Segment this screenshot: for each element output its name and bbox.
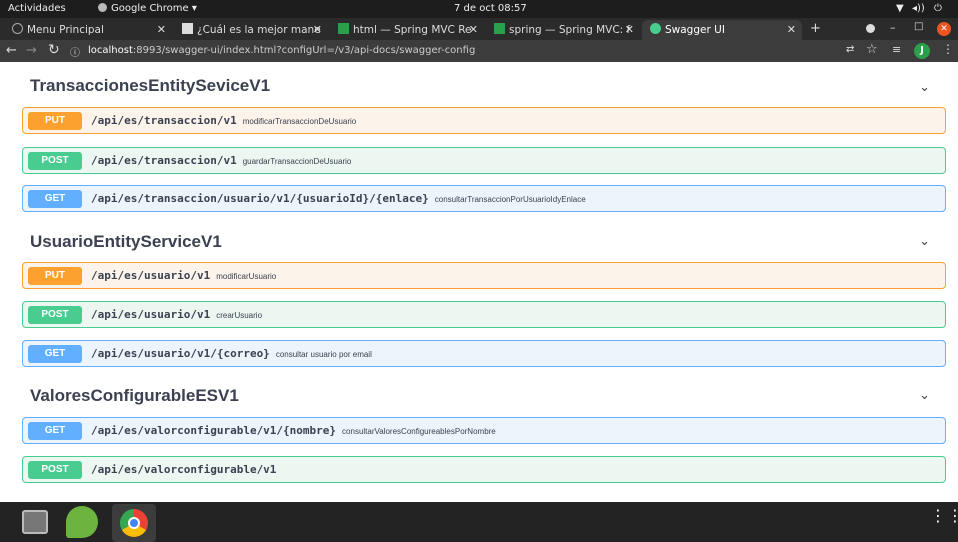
tab-search-icon[interactable] (866, 24, 875, 33)
wifi-icon[interactable]: ▼ (896, 3, 904, 14)
stackexchange-icon (494, 23, 505, 34)
chrome-icon[interactable] (120, 509, 148, 537)
files-icon[interactable] (22, 510, 48, 534)
operation-summary: modificarTransaccionDeUsuario (242, 117, 357, 126)
tab-label: Menu Principal (27, 24, 104, 36)
system-top-bar: Actividades Google Chrome ▾ 7 de oct 08:… (0, 0, 958, 18)
tab-label: html — Spring MVC Re (353, 24, 472, 36)
operation-path: /api/es/transaccion/usuario/v1/{usuarioI… (91, 192, 586, 205)
new-tab-icon[interactable]: + (810, 21, 821, 36)
operation-put-transaccion[interactable]: PUT /api/es/transaccion/v1 modificarTrans… (22, 107, 946, 134)
section-title-valores[interactable]: ValoresConfigurableESV1 (30, 386, 239, 406)
method-badge: PUT (28, 267, 82, 285)
operation-path: /api/es/usuario/v1 crearUsuario (91, 308, 263, 321)
menu-kebab-icon[interactable]: ⋮ (942, 42, 954, 56)
profile-avatar[interactable]: J (914, 43, 930, 59)
tab-swagger-ui[interactable]: Swagger UI ✕ (642, 20, 802, 40)
reload-icon[interactable]: ↻ (48, 42, 60, 58)
maximize-icon[interactable]: □ (914, 21, 923, 32)
close-tab-icon[interactable]: ✕ (157, 20, 166, 40)
operation-path: /api/es/transaccion/v1 guardarTransaccion… (91, 154, 352, 167)
swagger-content: TransaccionesEntitySeviceV1 ⌄ PUT /api/e… (0, 62, 958, 502)
forward-icon[interactable]: → (26, 43, 37, 58)
browser-toolbar: ← → ↻ ⓘ localhost:8993/swagger-ui/index.… (0, 40, 958, 62)
operation-post-usuario[interactable]: POST /api/es/usuario/v1 crearUsuario (22, 301, 946, 328)
close-tab-icon[interactable]: ✕ (787, 20, 796, 40)
method-badge: GET (28, 190, 82, 208)
operation-summary: crearUsuario (216, 311, 263, 320)
operation-post-transaccion[interactable]: POST /api/es/transaccion/v1 guardarTransa… (22, 147, 946, 174)
operation-path: /api/es/usuario/v1/{correo} consultar usu… (91, 347, 372, 360)
chevron-down-icon[interactable]: ⌄ (919, 234, 930, 249)
stackoverflow-icon (182, 23, 193, 34)
close-window-icon[interactable]: ✕ (937, 22, 951, 36)
method-badge: GET (28, 345, 82, 363)
spring-tool-suite-icon[interactable] (66, 506, 98, 538)
operation-summary: modificarUsuario (216, 272, 277, 281)
site-info-icon[interactable]: ⓘ (70, 44, 80, 59)
show-applications-icon[interactable]: ⋮⋮⋮ (930, 508, 958, 524)
power-icon[interactable]: ⏻ (934, 3, 942, 14)
url-rest: :8993/swagger-ui/index.html?configUrl=/v… (132, 45, 476, 56)
operation-get-transaccion-usuario[interactable]: GET /api/es/transaccion/usuario/v1/{usua… (22, 185, 946, 212)
method-badge: GET (28, 422, 82, 440)
translate-icon[interactable]: ⇄ (846, 44, 854, 55)
close-tab-icon[interactable]: ✕ (625, 20, 634, 40)
app-menu[interactable]: Google Chrome ▾ (98, 3, 197, 14)
section-title-usuario[interactable]: UsuarioEntityServiceV1 (30, 232, 222, 252)
operation-get-usuario-correo[interactable]: GET /api/es/usuario/v1/{correo} consultar… (22, 340, 946, 367)
close-tab-icon[interactable]: ✕ (313, 20, 322, 40)
clock[interactable]: 7 de oct 08:57 (454, 3, 527, 14)
bookmark-star-icon[interactable]: ☆ (866, 42, 878, 57)
activities-button[interactable]: Actividades (8, 3, 66, 14)
swagger-icon (650, 23, 661, 34)
operation-path: /api/es/transaccion/v1 modificarTransacci… (91, 114, 357, 127)
close-tab-icon[interactable]: ✕ (469, 20, 478, 40)
operation-summary: consultarValoresConfigureablesPorNombre (342, 427, 496, 436)
tab-spring-mvc[interactable]: spring — Spring MVC: f ✕ (486, 20, 640, 40)
tab-spring-mvc-html[interactable]: html — Spring MVC Re ✕ (330, 20, 484, 40)
operation-summary: consultar usuario por email (275, 350, 372, 359)
method-badge: POST (28, 306, 82, 324)
operation-path: /api/es/usuario/v1 modificarUsuario (91, 269, 277, 282)
operation-path: /api/es/valorconfigurable/v1/{nombre} con… (91, 424, 496, 437)
globe-icon (12, 23, 23, 34)
tab-label: ¿Cuál es la mejor mane (197, 24, 321, 36)
minimize-icon[interactable]: – (890, 21, 896, 34)
tab-label: Swagger UI (665, 24, 725, 36)
url-host: localhost (88, 45, 133, 56)
chrome-small-icon (98, 3, 107, 12)
tab-label: spring — Spring MVC: f (509, 24, 631, 36)
section-title-transacciones[interactable]: TransaccionesEntitySeviceV1 (30, 76, 270, 96)
chevron-down-icon[interactable]: ⌄ (919, 388, 930, 403)
method-badge: POST (28, 461, 82, 479)
method-badge: POST (28, 152, 82, 170)
operation-path: /api/es/valorconfigurable/v1 (91, 463, 277, 476)
operation-put-usuario[interactable]: PUT /api/es/usuario/v1 modificarUsuario (22, 262, 946, 289)
reading-list-icon[interactable]: ≡ (892, 43, 901, 56)
stackexchange-icon (338, 23, 349, 34)
dock: ⋮⋮⋮ (0, 502, 958, 542)
tab-menu-principal[interactable]: Menu Principal ✕ (4, 20, 172, 40)
tab-stackoverflow[interactable]: ¿Cuál es la mejor mane ✕ (174, 20, 328, 40)
chevron-down-icon[interactable]: ⌄ (919, 80, 930, 95)
operation-get-valorconfigurable[interactable]: GET /api/es/valorconfigurable/v1/{nombre… (22, 417, 946, 444)
tab-strip: Menu Principal ✕ ¿Cuál es la mejor mane ✕ … (0, 18, 958, 40)
operation-post-valorconfigurable[interactable]: POST /api/es/valorconfigurable/v1 (22, 456, 946, 483)
address-bar[interactable]: localhost:8993/swagger-ui/index.html?con… (88, 42, 828, 60)
operation-summary: guardarTransaccionDeUsuario (242, 157, 352, 166)
method-badge: PUT (28, 112, 82, 130)
app-menu-label: Google Chrome ▾ (111, 3, 197, 14)
operation-summary: consultarTransaccionPorUsuarioIdyEnlace (434, 195, 586, 204)
volume-icon[interactable]: ◂)) (912, 3, 925, 14)
back-icon[interactable]: ← (6, 43, 17, 58)
dock-active-item (112, 504, 156, 542)
